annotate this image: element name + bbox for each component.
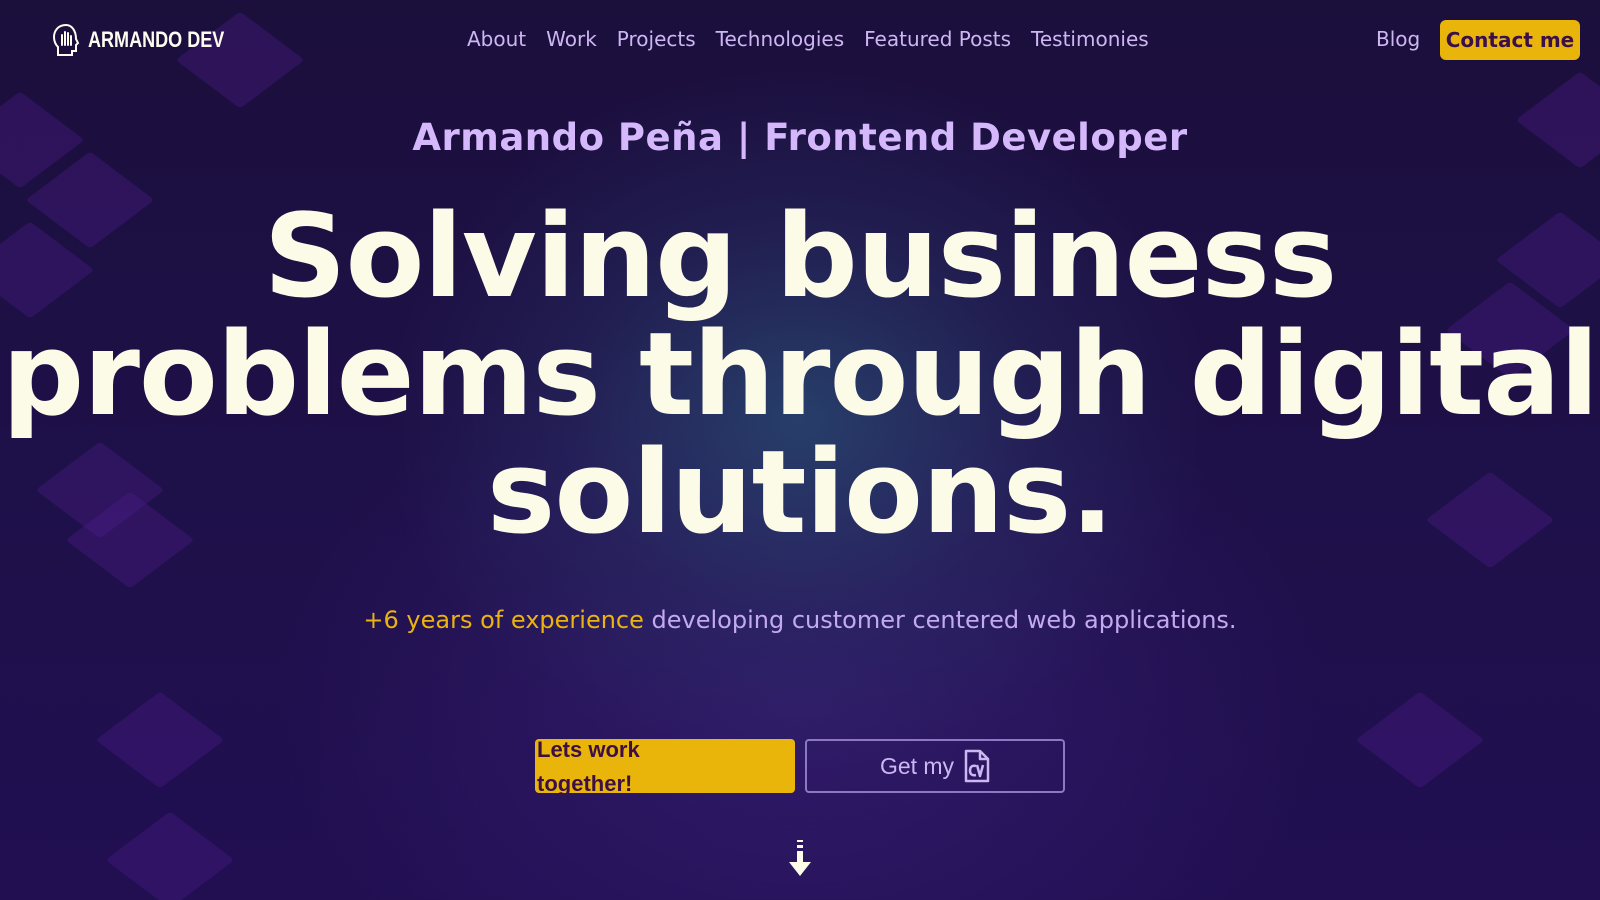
nav-link-projects[interactable]: Projects — [617, 27, 696, 51]
tagline-accent: +6 years of experience — [363, 606, 644, 634]
hero-headline: Solving business problems through digita… — [1, 190, 1599, 560]
contact-button[interactable]: Contact me — [1440, 20, 1580, 60]
hero-tagline: +6 years of experience developing custom… — [0, 606, 1600, 634]
nav-link-blog[interactable]: Blog — [1376, 27, 1420, 51]
brand-logo[interactable]: ARMANDO DEV — [52, 22, 254, 58]
tagline-text: developing customer centered web applica… — [643, 606, 1237, 634]
hero-subtitle: Armando Peña | Frontend Developer — [412, 116, 1188, 159]
nav-link-about[interactable]: About — [467, 27, 526, 51]
main-menu: About Work Projects Technologies Feature… — [467, 27, 1169, 51]
get-cv-label: Get my — [879, 752, 955, 779]
nav-link-featured-posts[interactable]: Featured Posts — [864, 27, 1011, 51]
nav-link-technologies[interactable]: Technologies — [716, 27, 844, 51]
background-cube — [1355, 691, 1485, 789]
top-navigation: ARMANDO DEV About Work Projects Technolo… — [0, 0, 1600, 80]
nav-link-work[interactable]: Work — [546, 27, 597, 51]
background-cube — [95, 691, 225, 789]
background-cube — [105, 811, 235, 900]
arrow-down-icon[interactable] — [786, 838, 814, 882]
get-cv-button[interactable]: Get my — [805, 739, 1065, 793]
cv-file-icon — [964, 749, 990, 783]
nav-link-testimonies[interactable]: Testimonies — [1031, 27, 1149, 51]
logo-text: ARMANDO DEV — [88, 27, 225, 52]
lets-work-together-button[interactable]: Lets work together! — [535, 737, 795, 796]
lets-work-together-label: Lets work together! — [537, 737, 640, 796]
head-hand-icon — [52, 23, 80, 56]
